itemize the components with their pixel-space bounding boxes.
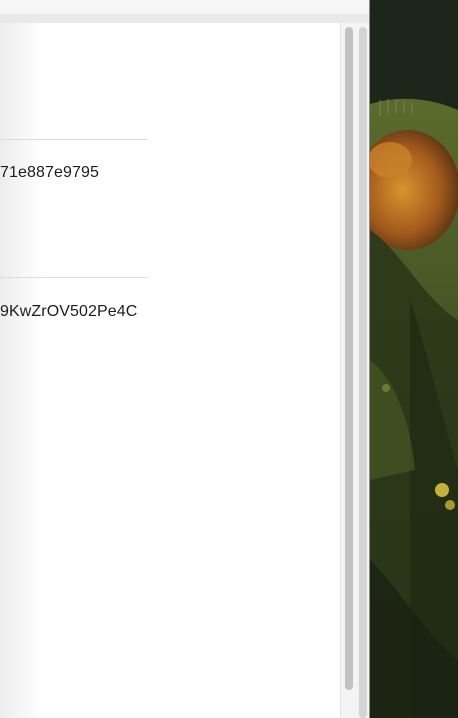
field-divider bbox=[0, 139, 148, 140]
field-value-1[interactable]: 71e887e9795 bbox=[0, 163, 99, 183]
desktop-wallpaper bbox=[370, 0, 458, 718]
secondary-scrollbar[interactable] bbox=[359, 27, 367, 718]
field-value-2[interactable]: 9KwZrOV502Pe4C bbox=[0, 302, 137, 322]
details-panel: 71e887e9795 9KwZrOV502Pe4C bbox=[0, 23, 340, 718]
screen: 71e887e9795 9KwZrOV502Pe4C bbox=[0, 0, 458, 718]
vertical-scrollbar[interactable] bbox=[340, 23, 370, 718]
toolbar-divider bbox=[0, 14, 370, 23]
panel-shadow bbox=[0, 23, 42, 718]
field-divider bbox=[0, 277, 148, 278]
scrollbar-thumb[interactable] bbox=[345, 27, 353, 690]
app-window: 71e887e9795 9KwZrOV502Pe4C bbox=[0, 0, 370, 718]
landscape-wallpaper-image bbox=[370, 0, 458, 718]
window-toolbar-edge bbox=[0, 0, 370, 14]
